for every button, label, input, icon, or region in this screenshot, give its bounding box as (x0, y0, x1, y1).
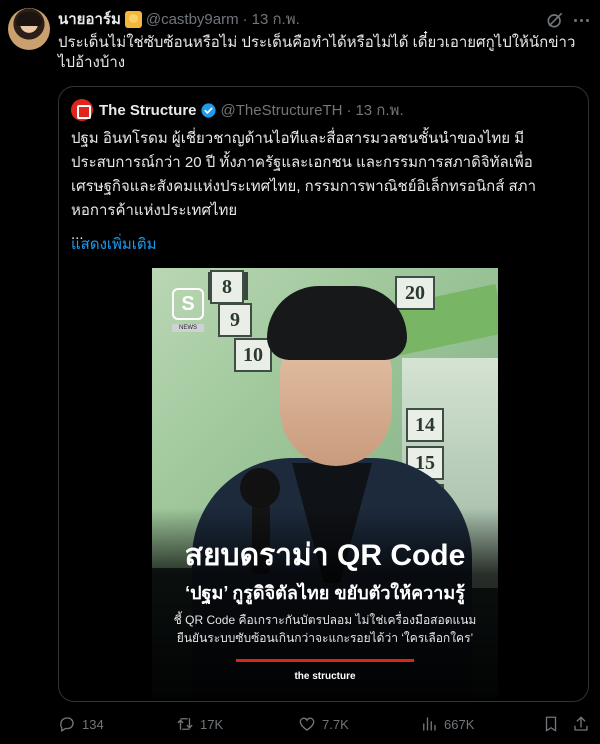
bookmark-icon (545, 716, 557, 732)
reply-count: 134 (82, 716, 104, 732)
views-button[interactable]: 667K (420, 712, 474, 736)
share-button[interactable] (572, 712, 590, 736)
action-bar: 134 17K 7.7K 667K (58, 712, 592, 736)
image-desc-line2: ยืนยันระบบซับซ้อนเกินกว่าจะแกะรอยได้ว่า … (176, 631, 474, 645)
board-number: 14 (406, 408, 444, 442)
quoted-image[interactable]: 8 20 9 10 14 15 16 S NEWS สยบดราม่า QR C… (152, 268, 498, 698)
image-desc-line1: ชี้ QR Code คือเกราะกันบัตรปลอม ไม่ใช่เค… (173, 613, 477, 627)
heart-icon (299, 717, 315, 731)
reply-button[interactable]: 134 (58, 712, 104, 736)
quoted-header: The Structure @TheStructureTH · 13 ก.พ. (71, 99, 404, 121)
quoted-avatar[interactable] (71, 99, 93, 121)
board-number: 20 (395, 276, 435, 310)
quoted-tweet[interactable]: The Structure @TheStructureTH · 13 ก.พ. … (58, 86, 589, 702)
retweet-button[interactable]: 17K (176, 712, 223, 736)
tweet-date[interactable]: 13 ก.พ. (252, 7, 300, 31)
retweet-icon (177, 718, 193, 730)
raised-hand-emoji-icon (124, 10, 142, 28)
views-chart-icon (423, 717, 436, 731)
tweet-text: ประเด็นไม่ใช่ซับซ้อนหรือไม่ ประเด็นคือทำ… (58, 34, 576, 71)
person-hair (267, 286, 407, 360)
grok-icon[interactable] (545, 10, 565, 30)
image-subhead: ‘ปฐม’ กูรูดิจิตัลไทย ขยับตัวให้ความรู้ (185, 583, 465, 603)
bookmark-button[interactable] (542, 712, 560, 736)
reply-icon (60, 717, 74, 732)
structure-logo-icon: S (172, 288, 204, 320)
microphone-icon (240, 468, 280, 508)
quoted-body: ปฐม อินทโรดม ผู้เชี่ยวชาญด้านไอทีและสื่อ… (71, 130, 536, 219)
share-icon (574, 716, 588, 731)
image-brand: the structure (294, 671, 356, 682)
like-button[interactable]: 7.7K (298, 712, 349, 736)
quoted-separator-dot: · (346, 101, 352, 119)
quoted-author-name[interactable]: The Structure (99, 102, 197, 119)
avatar[interactable] (8, 8, 50, 50)
quoted-text: ปฐม อินทโรดม ผู้เชี่ยวชาญด้านไอทีและสื่อ… (71, 127, 581, 247)
like-count: 7.7K (322, 716, 349, 732)
show-more-link[interactable]: แสดงเพิ่มเติม (71, 232, 157, 256)
board-number: 10 (234, 338, 272, 372)
author-handle[interactable]: @castby9arm (146, 11, 239, 28)
views-count: 667K (444, 716, 475, 732)
quoted-author-handle[interactable]: @TheStructureTH (221, 102, 343, 119)
retweet-count: 17K (200, 716, 224, 732)
more-options-icon[interactable] (570, 10, 592, 30)
image-headline: สยบดราม่า QR Code (184, 539, 466, 572)
author-name[interactable]: นายอาร์ม (58, 7, 121, 31)
news-label: NEWS (172, 324, 204, 332)
red-divider (236, 659, 414, 662)
board-number: 9 (218, 303, 252, 337)
verified-badge-icon (200, 102, 216, 118)
tweet: นายอาร์ม @castby9arm · 13 ก.พ. ประเด็นไม… (0, 0, 600, 744)
tweet-header: นายอาร์ม @castby9arm · 13 ก.พ. (58, 9, 300, 29)
quoted-date[interactable]: 13 ก.พ. (355, 98, 403, 122)
separator-dot: · (242, 10, 248, 28)
board-number: 8 (210, 270, 244, 304)
